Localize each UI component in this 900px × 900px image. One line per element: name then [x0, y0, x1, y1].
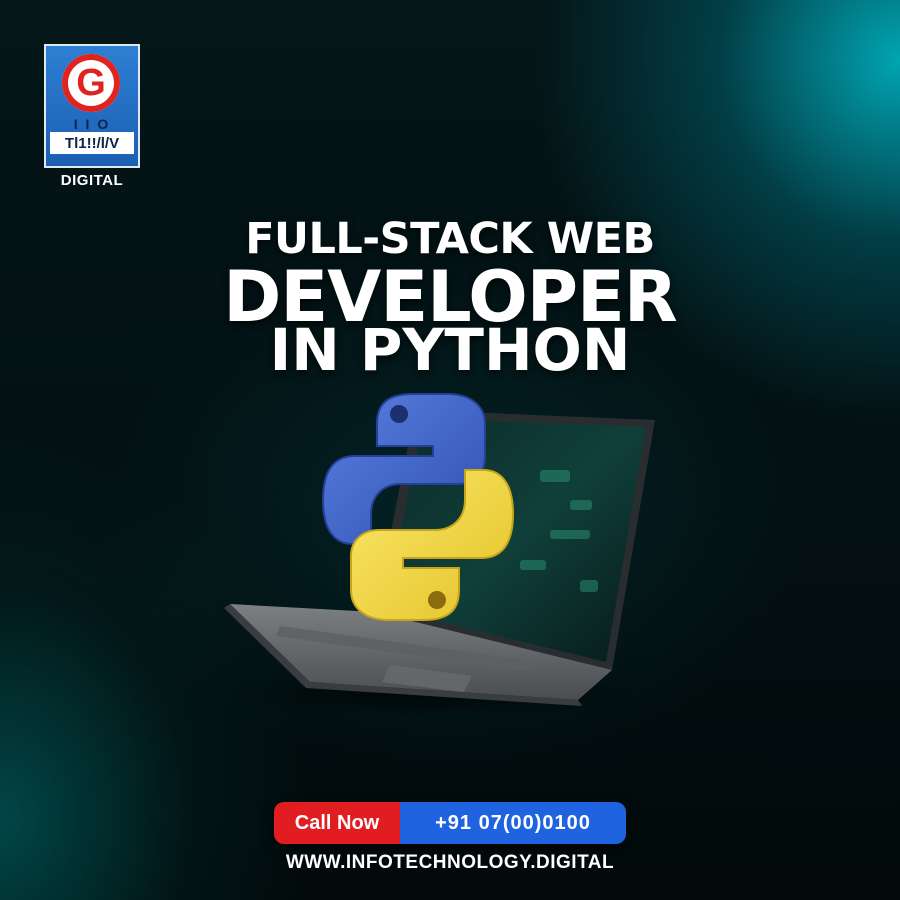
logo-caption: DIGITAL	[60, 172, 124, 189]
logo-g-mark: G	[62, 54, 120, 112]
brand-logo: G I I O Tl1!!/l/V	[44, 44, 140, 168]
website-url[interactable]: WWW.INFOTECHNOLOGY.DIGITAL	[0, 852, 900, 874]
phone-number[interactable]: +91 07(00)0100	[400, 802, 626, 844]
call-to-action-bar[interactable]: Call Now +91 07(00)0100	[274, 802, 626, 844]
logo-text-line2: Tl1!!/l/V	[50, 132, 134, 154]
call-now-button[interactable]: Call Now	[274, 802, 400, 844]
laptop-python-illustration	[220, 393, 655, 718]
logo-text-line1: I I O	[73, 116, 111, 132]
headline-line-3: IN PYTHON	[269, 316, 631, 384]
